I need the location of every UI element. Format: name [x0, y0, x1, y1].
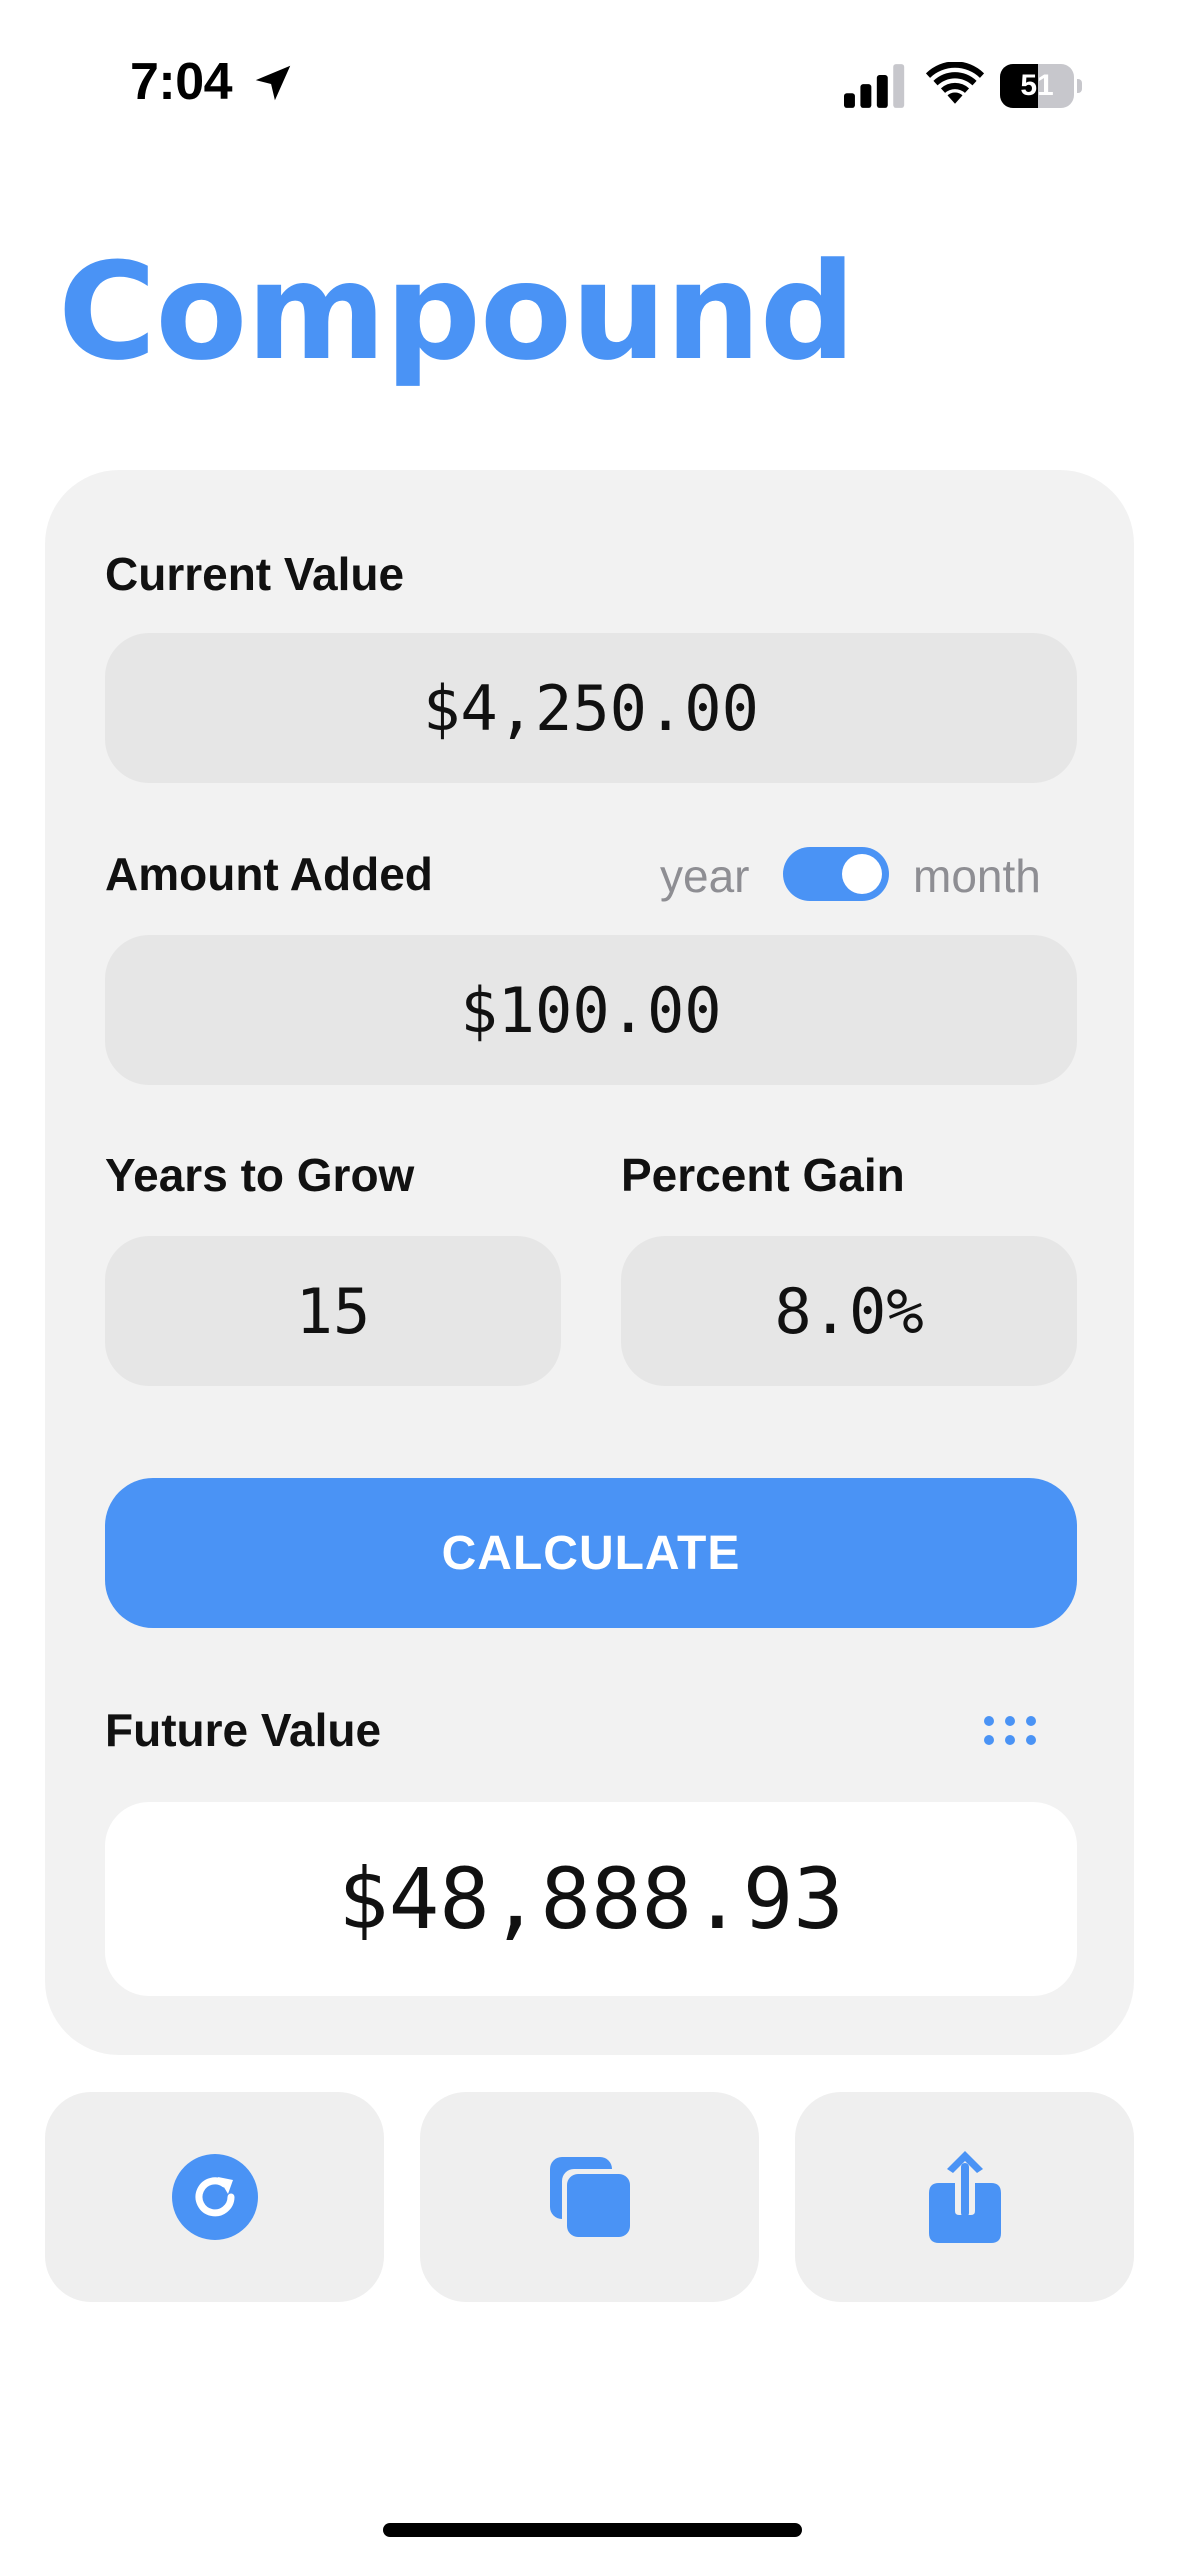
amount-added-label: Amount Added: [105, 848, 433, 900]
current-value-field[interactable]: $4,250.00: [105, 633, 1077, 783]
refresh-icon: [171, 2154, 258, 2240]
wifi-icon: [925, 62, 985, 104]
years-to-grow-field[interactable]: 15: [105, 1236, 561, 1386]
location-arrow-icon: [255, 65, 291, 101]
frequency-year-label: year: [660, 850, 750, 902]
share-icon: [928, 2151, 1001, 2243]
percent-gain-field[interactable]: 8.0%: [621, 1236, 1077, 1386]
percent-gain-label: Percent Gain: [621, 1149, 905, 1201]
current-value-label: Current Value: [105, 548, 405, 600]
frequency-month-label: month: [913, 850, 1041, 902]
status-time: 7:04: [130, 53, 233, 111]
home-indicator: [383, 2523, 802, 2537]
current-value-text: $4,250.00: [423, 671, 759, 745]
years-to-grow-label: Years to Grow: [105, 1149, 415, 1201]
battery-icon: 51: [1000, 64, 1082, 108]
toggle-knob: [842, 854, 882, 894]
reset-button[interactable]: [45, 2092, 384, 2302]
share-button[interactable]: [795, 2092, 1134, 2302]
copy-icon: [549, 2157, 630, 2237]
cellular-signal-icon: [844, 64, 905, 108]
percent-gain-text: 8.0%: [774, 1274, 924, 1348]
page-title: Compound: [58, 234, 856, 390]
copy-button[interactable]: [420, 2092, 759, 2302]
calculate-button[interactable]: CALCULATE: [105, 1478, 1077, 1628]
years-to-grow-text: 15: [295, 1274, 371, 1348]
status-bar: 7:04 51: [0, 0, 1179, 160]
grid-dots-icon[interactable]: [982, 1712, 1038, 1748]
frequency-toggle[interactable]: [783, 847, 889, 901]
amount-added-text: $100.00: [460, 973, 722, 1047]
future-value-text: $48,888.93: [338, 1850, 844, 1948]
amount-added-field[interactable]: $100.00: [105, 935, 1077, 1085]
future-value-display: $48,888.93: [105, 1802, 1077, 1996]
future-value-label: Future Value: [105, 1704, 382, 1756]
battery-level: 51: [1020, 69, 1054, 102]
